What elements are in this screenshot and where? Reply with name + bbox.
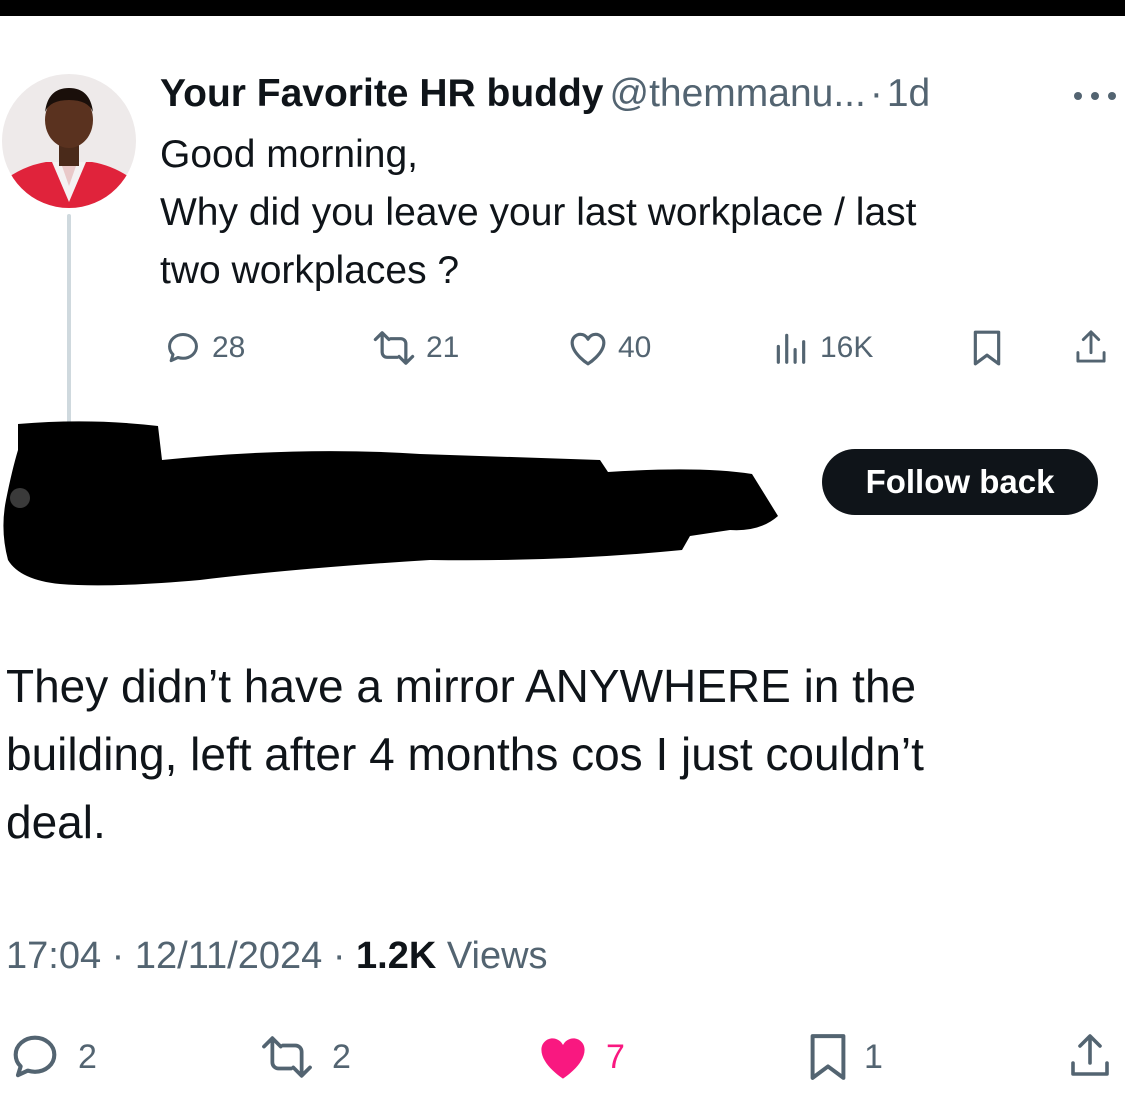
share-icon [1071, 1034, 1109, 1076]
tweet-actions: 28 21 40 16K [160, 322, 1120, 374]
share-icon [1076, 330, 1106, 363]
like-button[interactable]: 40 [568, 322, 651, 374]
reply-text-line: deal. [6, 796, 106, 848]
views-count: 16K [820, 331, 874, 364]
reply-button[interactable]: 2 [6, 1026, 97, 1088]
bookmark-button[interactable]: 1 [806, 1026, 883, 1088]
like-count: 40 [618, 331, 652, 364]
reply-text: They didn’t have a mirror ANYWHERE in th… [6, 652, 1116, 856]
bookmark-count: 1 [864, 1037, 883, 1076]
reply-button[interactable]: 28 [164, 322, 245, 374]
retweet-icon [373, 331, 415, 365]
reply-icon [13, 1035, 57, 1078]
more-icon[interactable] [1072, 90, 1118, 102]
retweet-button[interactable]: 21 [372, 322, 459, 374]
retweet-count: 2 [332, 1037, 351, 1076]
views-icon [776, 333, 806, 364]
tweet-text-line: Good morning, [160, 133, 418, 176]
top-black-bar [0, 0, 1125, 16]
user-handle[interactable]: @themmanu... [609, 72, 865, 115]
retweet-button[interactable]: 2 [256, 1026, 351, 1088]
timestamp-time[interactable]: 17:04 [6, 935, 101, 977]
reply-count: 2 [78, 1037, 97, 1076]
tweet-text: Good morning, Why did you leave your las… [160, 126, 1100, 300]
bookmark-icon [973, 330, 1001, 366]
retweet-count: 21 [426, 331, 460, 364]
avatar-image [2, 74, 136, 208]
tweet-time[interactable]: 1d [887, 72, 930, 115]
views-button[interactable]: 16K [772, 322, 873, 374]
reply-actions: 2 2 7 1 [0, 1026, 1125, 1088]
share-button[interactable] [1072, 322, 1110, 374]
reply-icon [168, 333, 198, 363]
heart-icon [570, 332, 606, 366]
bookmark-button[interactable] [970, 322, 1004, 374]
separator: · [111, 935, 125, 977]
avatar[interactable] [2, 74, 136, 208]
tweet-header: Your Favorite HR buddy @themmanu... · 1d [160, 70, 930, 118]
separator: · [332, 935, 346, 977]
like-count: 7 [606, 1037, 625, 1076]
tweet-text-line: Why did you leave your last workplace / … [160, 191, 917, 234]
like-button[interactable]: 7 [534, 1026, 625, 1088]
tweet-text-line: two workplaces ? [160, 249, 460, 292]
reply-count: 28 [212, 331, 246, 364]
timestamp-date[interactable]: 12/11/2024 [135, 935, 322, 977]
thread-line [67, 214, 71, 430]
separator: · [869, 72, 883, 115]
redaction-scribble [3, 421, 778, 586]
follow-back-button[interactable]: Follow back [822, 449, 1098, 515]
share-button[interactable] [1066, 1026, 1114, 1088]
reply-text-line: building, left after 4 months cos I just… [6, 728, 924, 780]
tweet-metadata: 17:04 · 12/11/2024 · 1.2K Views [6, 930, 548, 982]
heart-icon-filled [541, 1038, 585, 1079]
views-count: 1.2K [356, 935, 437, 977]
display-name[interactable]: Your Favorite HR buddy [160, 72, 603, 115]
retweet-icon [262, 1036, 312, 1078]
views-label: Views [446, 935, 548, 977]
bookmark-icon [810, 1034, 846, 1080]
reply-text-line: They didn’t have a mirror ANYWHERE in th… [6, 660, 917, 712]
